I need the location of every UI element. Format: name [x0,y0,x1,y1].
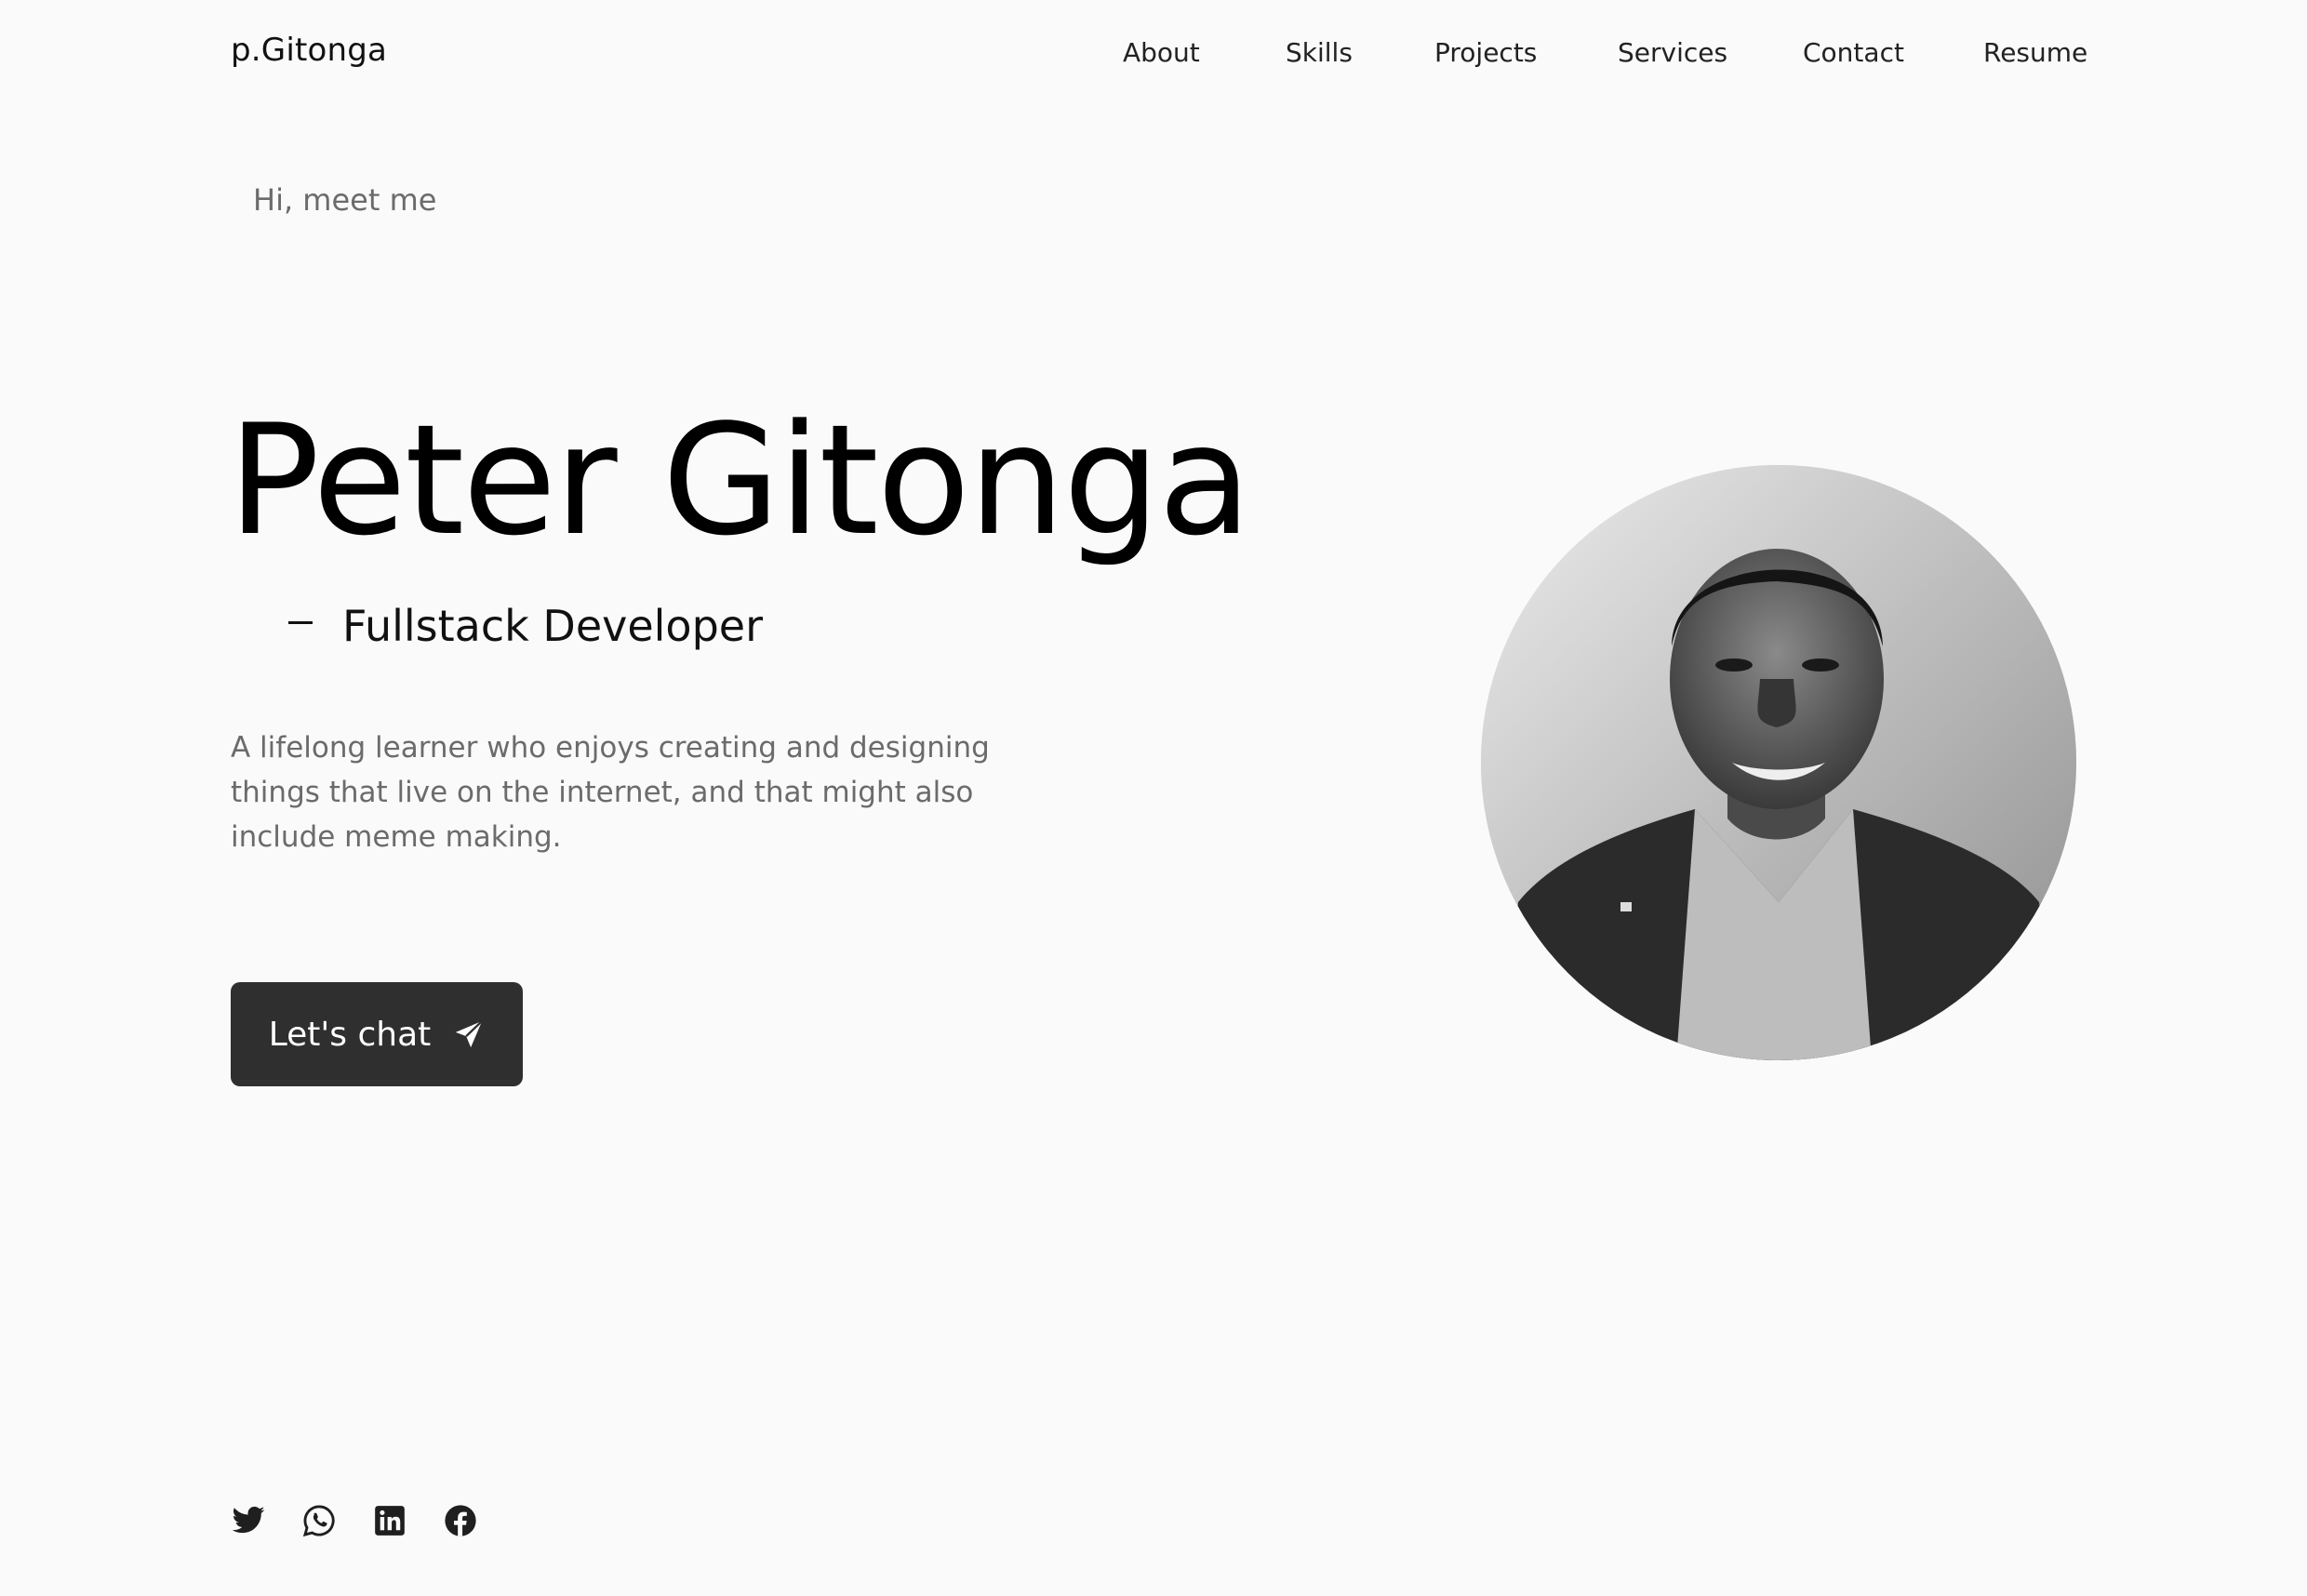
profile-photo [1481,465,2076,1060]
hero-bio: A lifelong learner who enjoys creating a… [231,731,990,854]
facebook-icon[interactable] [443,1503,478,1538]
page: p.Gitonga About Skills Projects Services… [0,0,2307,1596]
twitter-icon[interactable] [231,1503,266,1538]
lets-chat-button[interactable]: Let's chat [231,982,523,1086]
nav-services[interactable]: Services [1618,37,1727,68]
nav-resume[interactable]: Resume [1983,37,2087,68]
nav-projects[interactable]: Projects [1434,37,1537,68]
nav-skills[interactable]: Skills [1286,37,1353,68]
social-links [231,1503,513,1538]
nav-contact[interactable]: Contact [1803,37,1904,68]
lets-chat-label: Let's chat [268,1015,432,1054]
role-dash [288,620,313,624]
role-label: Fullstack Developer [342,601,763,651]
hero-role: Fullstack Developer [288,601,763,651]
main-nav: About Skills Projects Services Contact R… [0,37,2307,74]
whatsapp-icon[interactable] [301,1503,337,1538]
hero-name: Peter Gitonga [228,392,1252,569]
nav-about[interactable]: About [1123,37,1200,68]
linkedin-icon[interactable] [372,1503,407,1538]
send-icon [453,1018,485,1050]
greeting: Hi, meet me [253,182,437,218]
